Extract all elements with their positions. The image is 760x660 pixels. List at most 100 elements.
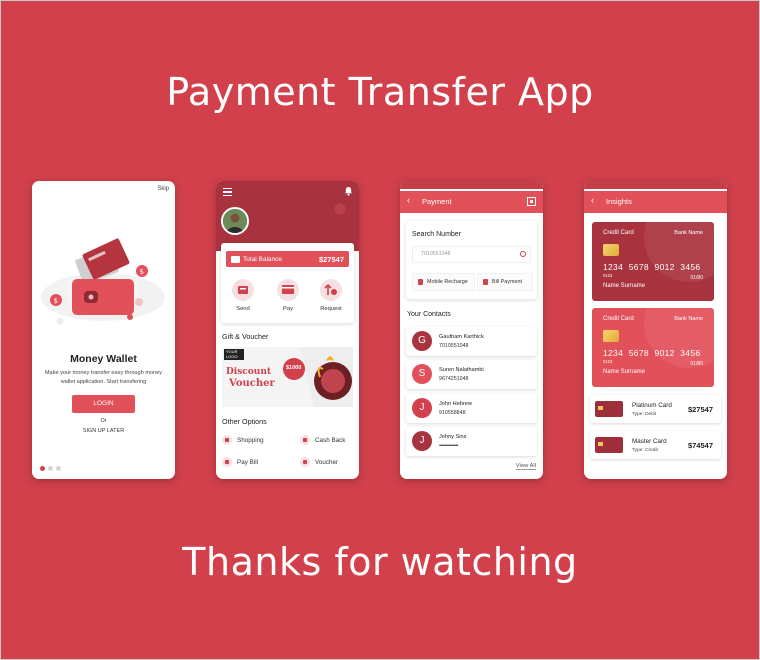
request-money-icon xyxy=(320,279,342,301)
shopping-bag-icon xyxy=(222,435,232,445)
gift-icon xyxy=(300,457,310,467)
svg-text:$: $ xyxy=(54,297,58,305)
menu-icon[interactable] xyxy=(223,188,232,198)
voucher-line2: Voucher xyxy=(229,378,275,389)
card-expiry: 01/80 xyxy=(690,361,703,367)
request-label: Request xyxy=(320,306,342,312)
onboarding-screen: Skip $ $ Money Wallet Make your money tr… xyxy=(32,181,175,479)
send-action[interactable]: Send xyxy=(228,279,258,312)
balance-label: Total Balance xyxy=(243,255,283,263)
insights-app-bar: ‹ Insights xyxy=(584,191,727,213)
card-amount: $74547 xyxy=(687,441,713,450)
balance-value: $27547 xyxy=(318,255,344,264)
page-title: Payment Transfer App xyxy=(166,70,594,114)
option-pay-bill[interactable]: Pay Bill xyxy=(222,457,258,467)
contact-name: Johny Sins xyxy=(439,434,467,440)
or-separator: Or xyxy=(100,418,107,424)
card-thumbnail-icon xyxy=(595,437,623,453)
contact-name: Gautham Karthick xyxy=(439,334,484,340)
card-chip-icon xyxy=(603,244,619,256)
card-bank: Bank Name xyxy=(674,230,703,236)
payment-screen: ‹ Payment Search Number 7010551048 Mobil… xyxy=(400,181,543,479)
avatar[interactable] xyxy=(221,207,249,235)
wallet-illustration: $ $ xyxy=(41,238,165,325)
send-label: Send xyxy=(236,306,250,312)
card-number: 1234 5678 9012 3456 xyxy=(603,348,701,358)
contact-phone: 7010551048 xyxy=(439,343,469,349)
card-name: Master Card xyxy=(632,438,667,445)
option-shopping-label: Shopping xyxy=(237,436,264,444)
contact-phone: 910558848 xyxy=(439,410,466,416)
gift-voucher-title: Gift & Voucher xyxy=(222,332,269,341)
card-number: 1234 5678 9012 3456 xyxy=(603,262,701,272)
balance-card: Total Balance $27547 Send Pay Request xyxy=(221,243,354,323)
card-expiry: 01/80 xyxy=(690,275,703,281)
card-chip-icon xyxy=(603,330,619,342)
your-contacts-title: Your Contacts xyxy=(407,311,451,318)
request-action[interactable]: Request xyxy=(316,279,346,312)
pay-card-icon xyxy=(277,279,299,301)
card-name: Platinum Card xyxy=(632,402,672,409)
contact-avatar: J xyxy=(412,398,432,418)
sign-up-later-link[interactable]: SIGN UP LATER xyxy=(32,428,175,434)
other-options-title: Other Options xyxy=(222,417,267,426)
card-summary-row[interactable]: Platinum Card Type: Debit $27547 xyxy=(590,395,721,423)
search-icon[interactable] xyxy=(520,251,526,257)
contact-row[interactable]: J John Hebrew 910558848 xyxy=(406,394,537,423)
discount-voucher-banner[interactable]: YOUR LOGO Discount Voucher $1000 xyxy=(222,347,353,407)
option-cash-back[interactable]: Cash Back xyxy=(300,435,345,445)
contact-row[interactable]: G Gautham Karthick 7010551048 xyxy=(406,327,537,356)
pay-action[interactable]: Pay xyxy=(273,279,303,312)
wallet-icon xyxy=(231,255,240,263)
option-voucher-label: Voucher xyxy=(315,458,339,466)
contact-row[interactable]: S Suren Nalathambi 9674251048 xyxy=(406,360,537,389)
voucher-line1: Discount xyxy=(226,367,272,377)
balance-bar: Total Balance $27547 xyxy=(226,251,349,267)
voucher-artwork xyxy=(222,347,353,407)
voucher-logo: YOUR LOGO xyxy=(226,349,238,359)
search-number-title: Search Number xyxy=(412,231,462,238)
insights-screen: ‹ Insights Credit Card Bank Name 1234 56… xyxy=(584,181,727,479)
card-summary-row[interactable]: Master Card Type: Credit $74547 xyxy=(590,431,721,459)
back-arrow-icon[interactable]: ‹ xyxy=(591,195,594,205)
view-all-link[interactable]: View All xyxy=(515,463,536,470)
payment-app-bar: ‹ Payment xyxy=(400,191,543,213)
login-button[interactable]: LOGIN xyxy=(72,395,135,413)
search-number-value: 7010551048 xyxy=(421,251,451,257)
option-voucher[interactable]: Voucher xyxy=(300,457,338,467)
skip-link[interactable]: Skip xyxy=(157,186,169,192)
card-small-digits: 0123 xyxy=(603,359,613,364)
contact-name: John Hebrew xyxy=(439,401,472,407)
cash-back-icon xyxy=(300,435,310,445)
card-small-digits: 0123 xyxy=(603,273,613,278)
contact-avatar: S xyxy=(412,364,432,384)
search-number-input[interactable]: 7010551048 xyxy=(412,246,531,263)
bill-payment-button[interactable]: Bill Payment xyxy=(477,273,533,291)
contact-phone: 9674251048 xyxy=(439,376,469,382)
card-bank: Bank Name xyxy=(674,316,703,322)
page-dot[interactable] xyxy=(56,466,61,471)
mobile-recharge-button[interactable]: Mobile Recharge xyxy=(412,273,475,291)
bell-icon[interactable] xyxy=(344,186,353,196)
page-dot[interactable] xyxy=(48,466,53,471)
contact-row[interactable]: J Johny Sins •••••••••••••• xyxy=(406,427,537,456)
credit-card[interactable]: Credit Card Bank Name 1234 5678 9012 345… xyxy=(592,308,714,387)
option-shopping[interactable]: Shopping xyxy=(222,435,264,445)
contact-avatar: J xyxy=(412,431,432,451)
qr-code-icon[interactable] xyxy=(527,197,536,206)
option-pay-bill-label: Pay Bill xyxy=(237,458,258,466)
card-thumbnail-icon xyxy=(595,401,623,417)
status-strip xyxy=(400,181,543,189)
contact-name: Suren Nalathambi xyxy=(439,367,484,373)
page-dot-active[interactable] xyxy=(40,466,45,471)
back-arrow-icon[interactable]: ‹ xyxy=(407,195,410,205)
send-money-icon xyxy=(232,279,254,301)
decorative-coin-icon xyxy=(334,203,346,215)
option-cash-back-label: Cash Back xyxy=(315,436,346,444)
voucher-badge-amount: $1000 xyxy=(286,365,302,371)
footer-text: Thanks for watching xyxy=(182,540,578,584)
credit-card[interactable]: Credit Card Bank Name 1234 5678 9012 345… xyxy=(592,222,714,301)
contact-phone: •••••••••••••• xyxy=(439,443,458,449)
insights-title: Insights xyxy=(606,197,632,206)
card-amount: $27547 xyxy=(687,405,713,414)
